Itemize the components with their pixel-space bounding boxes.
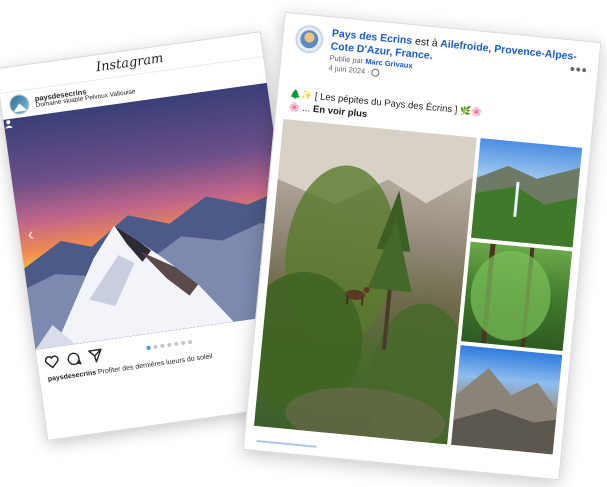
carousel-dot (160, 343, 165, 349)
photo-side-1[interactable] (471, 138, 583, 248)
photo-side-3[interactable] (451, 345, 563, 455)
instagram-logo[interactable]: Instagram (95, 51, 164, 75)
rocky-peak-image (451, 367, 557, 455)
tag-user-icon[interactable] (3, 119, 14, 129)
avatar[interactable] (8, 93, 31, 116)
more-options-icon[interactable]: ••• (569, 60, 588, 78)
larch-forest-image (470, 243, 551, 348)
heart-icon[interactable] (43, 353, 60, 370)
globe-icon (371, 68, 381, 78)
carousel-dot (167, 342, 172, 348)
forest-chamois-image (254, 119, 477, 445)
carousel-dot (180, 340, 186, 346)
tree-sparkle-icon: 🌲✨ (289, 88, 313, 101)
ellipsis: ... (301, 102, 311, 115)
facebook-post-card: Pays des Ecrins est à Ailefroide, Proven… (242, 11, 602, 481)
valley-waterfall-image (471, 165, 581, 248)
carousel-prev-icon[interactable]: ‹ (20, 224, 40, 245)
share-icon[interactable] (87, 347, 104, 364)
photo-side-2[interactable] (461, 241, 573, 351)
post-photo[interactable]: ‹ › (3, 82, 300, 350)
carousel-dot (187, 339, 193, 345)
carousel-dot (146, 345, 151, 351)
carousel-dot (153, 344, 158, 350)
flower-icon: 🌸 (288, 101, 301, 113)
avatar[interactable] (294, 23, 325, 55)
carousel-indicator (146, 339, 193, 351)
carousel-dot (173, 341, 179, 347)
comment-icon[interactable] (65, 350, 82, 367)
divider (256, 440, 317, 448)
photo-main[interactable] (254, 119, 477, 445)
sunset-mountain-image (24, 189, 300, 350)
photo-grid (246, 118, 590, 457)
plant-flower-icon: 🌿🌸 (459, 105, 483, 118)
